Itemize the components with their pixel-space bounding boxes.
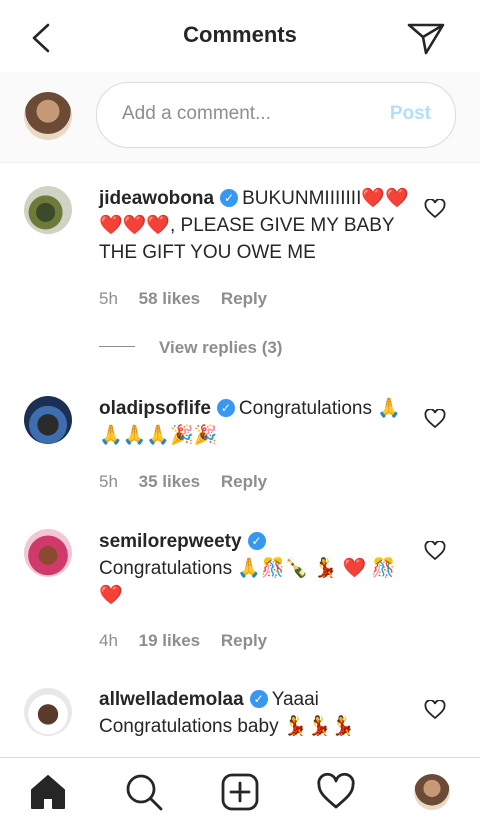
like-heart-icon[interactable]: [424, 700, 446, 720]
search-icon[interactable]: [124, 772, 164, 812]
comment-username[interactable]: allwellademolaa: [99, 689, 244, 710]
verified-badge-icon: ✓: [216, 399, 235, 417]
comment-username[interactable]: jideawobona: [99, 188, 214, 209]
activity-heart-icon[interactable]: [316, 772, 356, 812]
commenter-avatar[interactable]: [24, 688, 72, 736]
commenter-avatar[interactable]: [24, 396, 72, 444]
comment-time: 5h: [99, 472, 118, 491]
replies-divider: [99, 346, 135, 347]
post-button[interactable]: Post: [390, 103, 431, 125]
comment-meta: 4h 19 likes Reply: [99, 631, 283, 651]
current-user-avatar: [24, 92, 72, 140]
comment-time: 4h: [99, 631, 118, 650]
bottom-navigation: [0, 757, 480, 823]
comment-likes[interactable]: 19 likes: [139, 631, 200, 650]
commenter-avatar[interactable]: [24, 529, 72, 577]
view-replies-label: View replies (3): [159, 338, 283, 357]
commenter-avatar[interactable]: [24, 186, 72, 234]
comment-composer: Add a comment... Post: [0, 72, 480, 163]
verified-badge-icon: ✓: [247, 532, 266, 550]
like-heart-icon[interactable]: [424, 541, 446, 561]
comment-text-block: jideawobona ✓ BUKUNMIIIIIII❤️❤️❤️❤️❤️, PLE…: [99, 185, 411, 266]
comment-likes[interactable]: 35 likes: [139, 472, 200, 491]
comment-text-block: allwellademolaa ✓ Yaaai Congratulations ba…: [99, 686, 411, 740]
comment-body: Congratulations 🙏🎊🍾 💃 ❤️ 🎊❤️: [99, 558, 396, 606]
direct-message-icon[interactable]: [406, 20, 446, 56]
like-heart-icon[interactable]: [424, 199, 446, 219]
comment-meta: 5h 35 likes Reply: [99, 472, 283, 492]
comment-username[interactable]: semilorepweety: [99, 531, 242, 552]
like-heart-icon[interactable]: [424, 409, 446, 429]
comment-likes[interactable]: 58 likes: [139, 289, 200, 308]
comment-input[interactable]: Add a comment... Post: [96, 82, 456, 148]
home-icon[interactable]: [28, 772, 68, 812]
comment-time: 5h: [99, 289, 118, 308]
verified-badge-icon: ✓: [220, 189, 239, 207]
new-post-icon[interactable]: [220, 772, 260, 812]
comment-input-placeholder: Add a comment...: [122, 103, 271, 124]
reply-button[interactable]: Reply: [221, 472, 267, 491]
reply-button[interactable]: Reply: [221, 289, 267, 308]
reply-button[interactable]: Reply: [221, 631, 267, 650]
comment-meta: 5h 58 likes Reply: [99, 289, 283, 309]
view-replies-link[interactable]: View replies (3): [99, 338, 282, 358]
profile-avatar[interactable]: [414, 774, 450, 810]
comment-username[interactable]: oladipsoflife: [99, 398, 211, 419]
comment-text-block: oladipsoflife ✓ Congratulations 🙏🙏🙏🙏🎉🎉: [99, 395, 411, 449]
verified-badge-icon: ✓: [249, 690, 268, 708]
top-bar: Comments: [0, 0, 480, 73]
comment-text-block: semilorepweety ✓ Congratulations 🙏🎊🍾 💃 ❤️ …: [99, 528, 411, 609]
